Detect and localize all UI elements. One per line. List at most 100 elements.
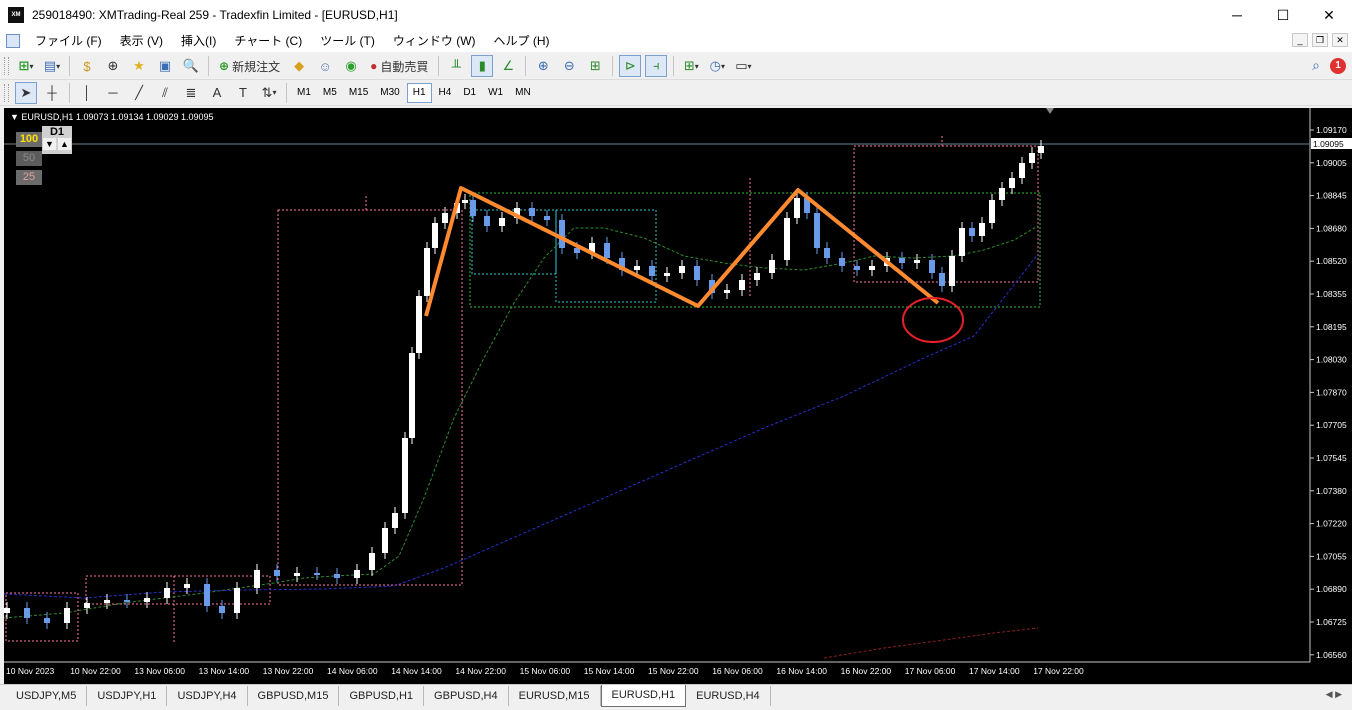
tab-eurusd-h1[interactable]: EURUSD,H1 xyxy=(600,685,687,707)
cursor-button[interactable]: ➤ xyxy=(15,81,37,104)
terminal-button[interactable]: ▣ xyxy=(154,55,176,77)
profiles-button[interactable]: ▤ ▾ xyxy=(41,55,63,77)
user-icon: ☺ xyxy=(318,58,332,74)
timeframe-m30[interactable]: M30 xyxy=(375,83,404,103)
range-box[interactable] xyxy=(277,209,463,586)
community-button[interactable]: ☺ xyxy=(314,55,336,77)
chart-window[interactable]: 1.09170 1.09005 1.08845 1.08680 1.08520 1.083… xyxy=(4,108,1352,684)
tab-gbpusd-m15[interactable]: GBPUSD,M15 xyxy=(248,686,340,706)
mdi-close-button[interactable]: ✕ xyxy=(1332,33,1348,47)
metaeditor-button[interactable]: ◆ xyxy=(288,55,310,77)
close-button[interactable]: ✕ xyxy=(1306,0,1352,30)
fibonacci-button[interactable]: ≣ xyxy=(180,82,202,104)
lot-25-button[interactable]: 25 xyxy=(16,170,42,185)
vertical-line-button[interactable]: │ xyxy=(76,82,98,104)
strategy-tester-button[interactable]: 🔍 xyxy=(180,55,202,77)
tf-switch[interactable]: D1 ▼ ▲ xyxy=(42,126,72,154)
notification-icon[interactable]: 1 xyxy=(1330,57,1346,74)
timeframe-m5[interactable]: M5 xyxy=(318,83,342,103)
channel-button[interactable]: ⫽ xyxy=(154,82,176,104)
bull-candle xyxy=(724,290,730,293)
bull-candle xyxy=(144,598,150,602)
mdi-restore-button[interactable]: ❐ xyxy=(1312,33,1328,47)
arrows-button[interactable]: ⇅ ▾ xyxy=(258,82,280,104)
menu-insert[interactable]: 挿入(I) xyxy=(172,30,225,52)
crosshair-icon: ┼ xyxy=(47,85,57,100)
crosshair-button[interactable]: ┼ xyxy=(41,82,63,104)
new-order-button[interactable]: ⊕ 新規注文 xyxy=(215,55,284,77)
mdi-minimize-button[interactable]: _ xyxy=(1292,33,1308,47)
data-window-button[interactable]: ⊕ xyxy=(102,55,124,77)
tf-down-icon[interactable]: ▼ xyxy=(43,138,56,150)
tab-eurusd-m15[interactable]: EURUSD,M15 xyxy=(509,686,601,706)
time-label: 14 Nov 14:00 xyxy=(391,666,442,676)
menu-view[interactable]: 表示 (V) xyxy=(111,30,172,52)
zoom-in-button[interactable]: ⊕ xyxy=(532,55,554,77)
bull-candle xyxy=(392,513,398,528)
trendline-button[interactable]: ╱ xyxy=(128,82,150,104)
market-watch-button[interactable]: $ xyxy=(76,55,98,77)
new-chart-button[interactable]: ⊞ ▾ xyxy=(15,55,37,77)
text-label-button[interactable]: T xyxy=(232,82,254,104)
indicators-button[interactable]: ⊞ ▾ xyxy=(680,55,702,77)
range-box[interactable] xyxy=(853,145,1039,283)
bear-candle xyxy=(649,266,655,276)
tab-usdjpy-h4[interactable]: USDJPY,H4 xyxy=(167,686,248,706)
bar-chart-button[interactable]: ╨ xyxy=(445,55,467,77)
tab-usdjpy-m5[interactable]: USDJPY,M5 xyxy=(6,686,88,706)
tile-windows-button[interactable]: ⊞ xyxy=(584,55,606,77)
timeframe-d1[interactable]: D1 xyxy=(458,83,481,103)
title-bar: XM 259018490: XMTrading-Real 259 - Trade… xyxy=(0,0,1352,30)
tf-up-icon[interactable]: ▲ xyxy=(58,138,71,150)
minimize-button[interactable]: ─ xyxy=(1214,0,1260,30)
tab-gbpusd-h4[interactable]: GBPUSD,H4 xyxy=(424,686,509,706)
menu-tools[interactable]: ツール (T) xyxy=(311,30,384,52)
range-box[interactable] xyxy=(85,575,271,605)
tab-gbpusd-h1[interactable]: GBPUSD,H1 xyxy=(339,686,425,706)
window-controls: ─ ☐ ✕ xyxy=(1214,0,1352,30)
menu-file[interactable]: ファイル (F) xyxy=(26,30,111,52)
periods-button[interactable]: ◷ ▾ xyxy=(706,55,728,77)
signals-button[interactable]: ◉ xyxy=(340,55,362,77)
tab-usdjpy-h1[interactable]: USDJPY,H1 xyxy=(87,686,168,706)
price-label: 1.08195 xyxy=(1316,322,1347,332)
bear-candle xyxy=(24,608,30,618)
menu-chart[interactable]: チャート (C) xyxy=(225,30,311,52)
timeframe-h4[interactable]: H4 xyxy=(434,83,457,103)
document-icon[interactable] xyxy=(6,34,20,48)
mdi-controls: _ ❐ ✕ xyxy=(1292,33,1348,47)
toolbar-grip[interactable] xyxy=(4,57,9,75)
auto-trading-button[interactable]: ● 自動売買 xyxy=(366,55,432,77)
toolbar-grip-2[interactable] xyxy=(4,83,9,102)
timeframe-h1[interactable]: H1 xyxy=(406,82,432,103)
new-order-icon: ⊕ xyxy=(219,59,230,73)
magnifier-doc-icon: 🔍 xyxy=(182,58,200,73)
chart-shift-button[interactable]: ⫞ xyxy=(645,55,668,77)
price-label: 1.07380 xyxy=(1316,486,1347,496)
menu-window[interactable]: ウィンドウ (W) xyxy=(384,30,485,52)
timeframe-m1[interactable]: M1 xyxy=(292,83,316,103)
lot-50-button[interactable]: 50 xyxy=(16,151,42,166)
window-title: 259018490: XMTrading-Real 259 - Tradexfi… xyxy=(32,8,398,22)
maximize-button[interactable]: ☐ xyxy=(1260,0,1306,30)
lot-100-button[interactable]: 100 xyxy=(16,132,42,147)
timeframe-mn[interactable]: MN xyxy=(510,83,536,103)
tab-eurusd-h4[interactable]: EURUSD,H4 xyxy=(686,686,771,706)
menu-help[interactable]: ヘルプ (H) xyxy=(485,30,559,52)
horizontal-line-button[interactable]: ─ xyxy=(102,82,124,104)
search-icon[interactable]: ⌕ xyxy=(1312,57,1320,74)
timeframe-w1[interactable]: W1 xyxy=(483,83,508,103)
price-chart[interactable]: 1.09170 1.09005 1.08845 1.08680 1.08520 1.083… xyxy=(4,108,1352,684)
templates-button[interactable]: ▭ ▾ xyxy=(732,55,754,77)
auto-scroll-button[interactable]: ⊳ xyxy=(619,55,642,77)
line-chart-button[interactable]: ∠ xyxy=(497,55,519,77)
bull-candle xyxy=(104,600,110,603)
zoom-out-button[interactable]: ⊖ xyxy=(558,55,580,77)
tab-scroll-arrows[interactable]: ◀ ▶ xyxy=(1326,689,1342,700)
text-button[interactable]: A xyxy=(206,82,228,104)
navigator-button[interactable]: ★ xyxy=(128,55,150,77)
timeframe-m15[interactable]: M15 xyxy=(344,83,373,103)
bar-chart-icon: ╨ xyxy=(451,58,461,74)
bear-candle xyxy=(219,606,225,613)
candle-chart-button[interactable]: ▮ xyxy=(471,55,494,77)
